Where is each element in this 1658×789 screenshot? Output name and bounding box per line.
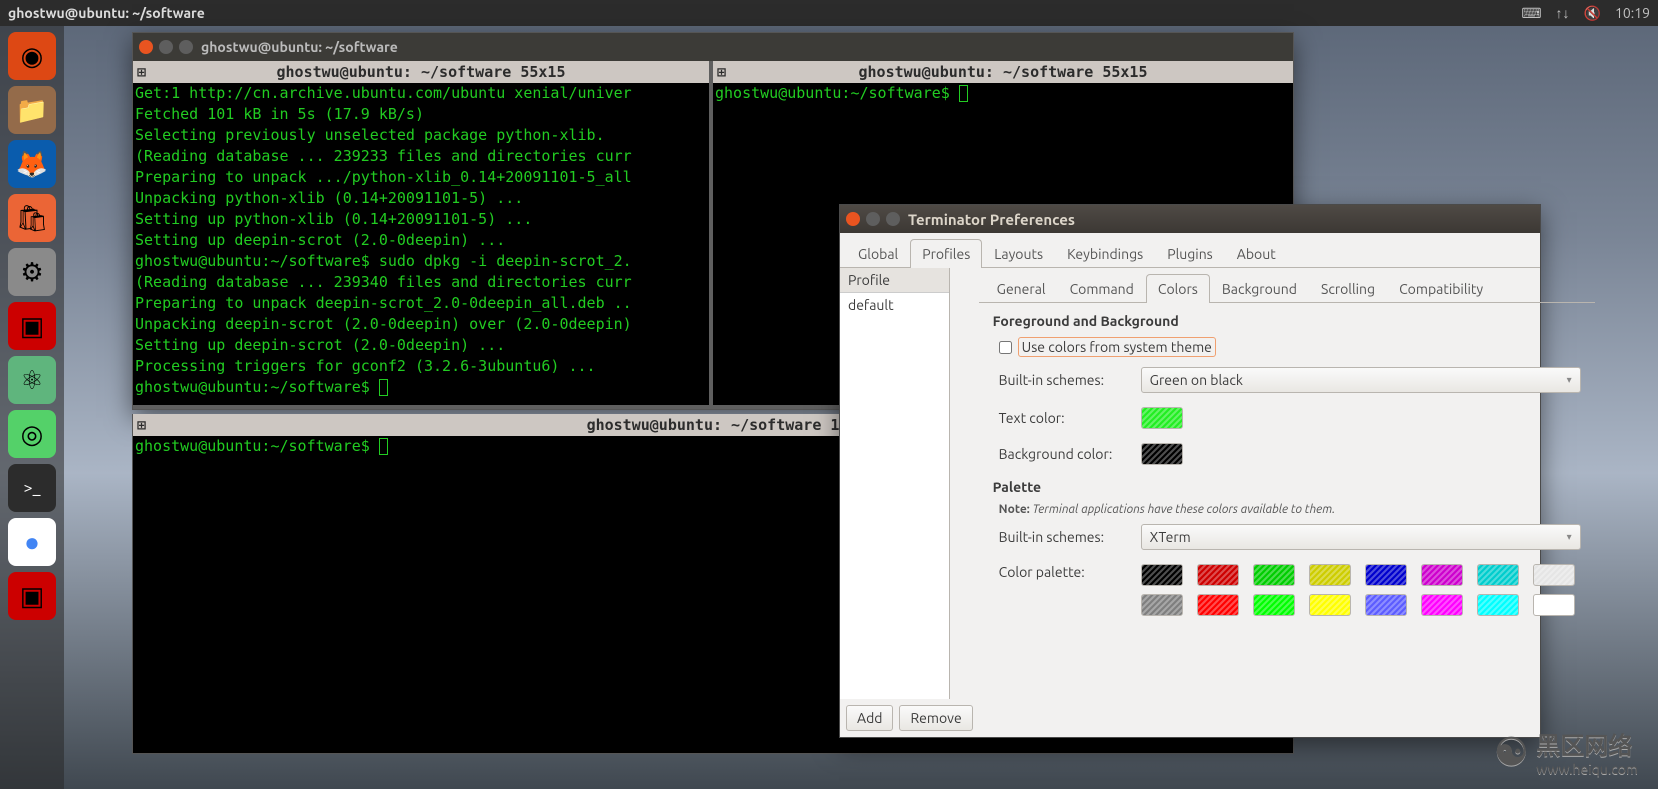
- palette-swatch-13[interactable]: [1421, 594, 1463, 616]
- pane-tab-top-right[interactable]: ⊞ ghostwu@ubuntu: ~/software 55x15: [713, 61, 1293, 83]
- chevron-down-icon: ▾: [1567, 531, 1572, 543]
- minimize-icon[interactable]: [159, 40, 173, 54]
- prefs-titlebar[interactable]: Terminator Preferences: [840, 205, 1540, 233]
- prefs-subtabbar: GeneralCommandColorsBackgroundScrollingC…: [979, 268, 1595, 303]
- launcher-atom[interactable]: ⚛: [8, 356, 56, 404]
- subtab-scrolling[interactable]: Scrolling: [1309, 274, 1387, 303]
- launcher-terminal[interactable]: >_: [8, 464, 56, 512]
- desktop: ghostwu@ubuntu: ~/software ⊞ ghostwu@ubu…: [64, 26, 1658, 789]
- tab-profiles[interactable]: Profiles: [910, 239, 982, 268]
- prefs-title: Terminator Preferences: [908, 211, 1075, 228]
- use-system-label[interactable]: Use colors from system theme: [1018, 337, 1216, 357]
- subtab-compatibility[interactable]: Compatibility: [1387, 274, 1495, 303]
- palette-swatch-6[interactable]: [1477, 564, 1519, 586]
- palette-scheme-select[interactable]: XTerm ▾: [1141, 524, 1581, 550]
- menubar: ghostwu@ubuntu: ~/software ⌨ ↑↓ 🔇 10:19: [0, 0, 1658, 26]
- palette-swatch-3[interactable]: [1309, 564, 1351, 586]
- preferences-dialog: Terminator Preferences GlobalProfilesLay…: [839, 204, 1541, 738]
- palette-swatch-0[interactable]: [1141, 564, 1183, 586]
- maximize-icon[interactable]: [179, 40, 193, 54]
- palette-swatch-15[interactable]: [1533, 594, 1575, 616]
- palette-swatch-11[interactable]: [1309, 594, 1351, 616]
- tab-keybindings[interactable]: Keybindings: [1055, 239, 1155, 268]
- bg-color-label: Background color:: [999, 446, 1129, 462]
- launcher-app-green[interactable]: ◎: [8, 410, 56, 458]
- launcher-terminator2[interactable]: ▣: [8, 572, 56, 620]
- palette-swatch-10[interactable]: [1253, 594, 1295, 616]
- text-color-swatch[interactable]: [1141, 407, 1183, 429]
- terminal-output: Get:1 http://cn.archive.ubuntu.com/ubunt…: [133, 83, 709, 398]
- maximize-icon[interactable]: [886, 212, 900, 226]
- prefs-tabbar: GlobalProfilesLayoutsKeybindingsPluginsA…: [840, 233, 1540, 268]
- launcher-firefox[interactable]: 🦊: [8, 140, 56, 188]
- terminator-titlebar[interactable]: ghostwu@ubuntu: ~/software: [133, 33, 1293, 61]
- clock[interactable]: 10:19: [1615, 5, 1650, 21]
- watermark: ☯ 黑区网络 www.heiqu.com: [1494, 726, 1638, 777]
- profiles-header: Profile: [840, 268, 949, 293]
- subtab-general[interactable]: General: [985, 274, 1058, 303]
- text-color-label: Text color:: [999, 410, 1129, 426]
- palette-swatch-8[interactable]: [1141, 594, 1183, 616]
- subtab-command[interactable]: Command: [1058, 274, 1146, 303]
- palette-swatch-12[interactable]: [1365, 594, 1407, 616]
- tab-global[interactable]: Global: [846, 239, 910, 268]
- close-icon[interactable]: [846, 212, 860, 226]
- split-icon: ⊞: [137, 416, 146, 434]
- split-icon: ⊞: [137, 63, 146, 81]
- chevron-down-icon: ▾: [1567, 374, 1572, 386]
- palette-swatch-2[interactable]: [1253, 564, 1295, 586]
- profiles-list: Profile default: [840, 268, 950, 699]
- palette-scheme-label: Built-in schemes:: [999, 529, 1129, 545]
- close-icon[interactable]: [139, 40, 153, 54]
- launcher-settings[interactable]: ⚙: [8, 248, 56, 296]
- bg-color-swatch[interactable]: [1141, 443, 1183, 465]
- palette-swatch-7[interactable]: [1533, 564, 1575, 586]
- tab-layouts[interactable]: Layouts: [982, 239, 1055, 268]
- minimize-icon[interactable]: [866, 212, 880, 226]
- launcher-terminator1[interactable]: ▣: [8, 302, 56, 350]
- launcher-dash[interactable]: ◉: [8, 32, 56, 80]
- tab-about[interactable]: About: [1225, 239, 1288, 268]
- pane-tab-top-left[interactable]: ⊞ ghostwu@ubuntu: ~/software 55x15: [133, 61, 709, 83]
- palette-swatch-4[interactable]: [1365, 564, 1407, 586]
- builtin-scheme-select[interactable]: Green on black ▾: [1141, 367, 1581, 393]
- subtab-colors[interactable]: Colors: [1146, 274, 1210, 303]
- launcher-software[interactable]: 🛍: [8, 194, 56, 242]
- color-palette: [1141, 564, 1581, 616]
- palette-heading: Palette: [993, 479, 1581, 495]
- color-palette-label: Color palette:: [999, 564, 1129, 580]
- palette-swatch-14[interactable]: [1477, 594, 1519, 616]
- remove-button[interactable]: Remove: [899, 705, 972, 731]
- volume-icon[interactable]: 🔇: [1584, 5, 1601, 22]
- palette-swatch-1[interactable]: [1197, 564, 1239, 586]
- colors-form: Foreground and Background Use colors fro…: [979, 303, 1595, 640]
- add-button[interactable]: Add: [846, 705, 893, 731]
- window-title: ghostwu@ubuntu: ~/software: [8, 5, 205, 21]
- profile-item-default[interactable]: default: [840, 293, 949, 317]
- palette-swatch-9[interactable]: [1197, 594, 1239, 616]
- subtab-background[interactable]: Background: [1210, 274, 1309, 303]
- use-system-checkbox[interactable]: [999, 341, 1012, 354]
- profile-buttons: Add Remove: [840, 699, 979, 737]
- launcher: ◉ 📁 🦊 🛍 ⚙ ▣ ⚛ ◎ >_ ● ▣: [0, 26, 64, 789]
- terminal-output: ghostwu@ubuntu:~/software$: [713, 83, 1293, 104]
- tab-plugins[interactable]: Plugins: [1155, 239, 1225, 268]
- keyboard-icon[interactable]: ⌨: [1521, 5, 1541, 22]
- terminator-title: ghostwu@ubuntu: ~/software: [201, 39, 398, 55]
- split-icon: ⊞: [717, 63, 726, 81]
- launcher-files[interactable]: 📁: [8, 86, 56, 134]
- fg-bg-heading: Foreground and Background: [993, 313, 1581, 329]
- palette-swatch-5[interactable]: [1421, 564, 1463, 586]
- network-icon[interactable]: ↑↓: [1556, 5, 1570, 21]
- builtin-label: Built-in schemes:: [999, 372, 1129, 388]
- launcher-chrome[interactable]: ●: [8, 518, 56, 566]
- palette-note: Note: Terminal applications have these c…: [999, 503, 1581, 516]
- terminal-pane-top-left[interactable]: ⊞ ghostwu@ubuntu: ~/software 55x15 Get:1…: [133, 61, 713, 409]
